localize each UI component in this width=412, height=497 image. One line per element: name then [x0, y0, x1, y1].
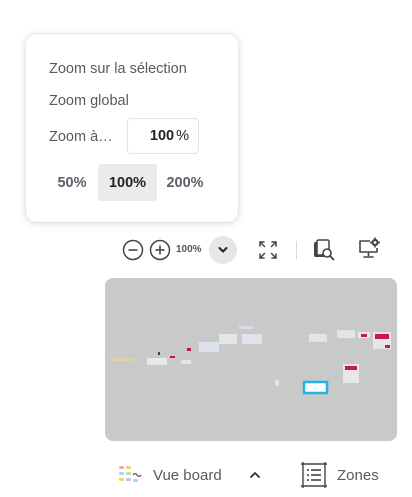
zoom-preset-50[interactable]: 50%: [46, 164, 98, 201]
zoom-to-selection-item[interactable]: Zoom sur la sélection: [49, 61, 187, 77]
zoom-out-button[interactable]: [122, 239, 144, 261]
board-controls-panel: Zoom sur la sélection Zoom global Zoom à…: [0, 0, 412, 497]
zoom-percent-input[interactable]: 100 %: [127, 118, 199, 154]
board-view-label: Vue board: [153, 466, 222, 484]
board-view-button[interactable]: Vue board: [116, 460, 222, 490]
fit-screen-icon: [259, 241, 277, 259]
board-view-expand-button[interactable]: [246, 466, 264, 484]
search-board-button[interactable]: [311, 237, 337, 263]
zoom-in-button[interactable]: [149, 239, 171, 261]
plus-circle-icon: [149, 239, 171, 261]
zoom-menu-toggle[interactable]: [209, 236, 237, 264]
zoom-global-item[interactable]: Zoom global: [49, 93, 129, 109]
chevron-down-icon: [218, 247, 228, 253]
search-documents-icon: [314, 239, 335, 261]
board-minimap[interactable]: [105, 278, 397, 441]
chevron-up-icon: [250, 472, 260, 478]
zoom-to-label: Zoom à…: [49, 129, 113, 145]
minimap-canvas: [110, 326, 391, 395]
presentation-settings-button[interactable]: [356, 236, 382, 262]
minus-circle-icon: [122, 239, 144, 261]
zones-button[interactable]: Zones: [300, 460, 379, 490]
sticky-notes-icon: [119, 466, 142, 482]
zoom-menu-popover: Zoom sur la sélection Zoom global Zoom à…: [26, 34, 238, 222]
zoom-input-unit: %: [176, 128, 189, 144]
zoom-input-value: 100: [149, 128, 175, 144]
present-settings-icon: [359, 237, 380, 258]
zoom-presets: 50% 100% 200%: [46, 164, 213, 201]
zoom-preset-100[interactable]: 100%: [98, 164, 157, 201]
zoom-level-readout: 100%: [176, 244, 202, 255]
zones-label: Zones: [337, 466, 379, 484]
zones-list-icon: [301, 462, 327, 488]
zoom-preset-200[interactable]: 200%: [157, 164, 213, 201]
toolbar-divider: [296, 241, 297, 259]
fit-screen-button[interactable]: [256, 238, 280, 262]
